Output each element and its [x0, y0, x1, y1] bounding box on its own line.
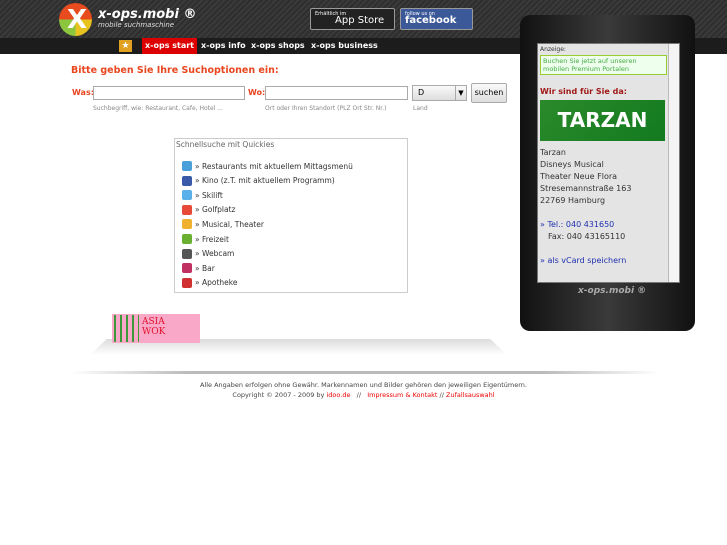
facebook-badge[interactable]: follow us on facebook [400, 8, 473, 30]
quickie-label: » Apotheke [195, 278, 238, 288]
quickies-box: Schnellsuche mit Quickies » Restaurants … [174, 138, 408, 293]
copyright-text: Copyright © 2007 - 2009 by [232, 391, 325, 399]
quickie-item[interactable]: » Restaurants mit aktuellem Mittagsmenü [182, 161, 353, 171]
phone-scrollbar[interactable] [668, 44, 679, 282]
quickie-label: » Musical, Theater [195, 219, 264, 229]
category-icon [182, 234, 192, 244]
land-select[interactable]: D ▼ [412, 85, 467, 101]
footer-copyright: Copyright © 2007 - 2009 by idoo.de // Im… [0, 391, 727, 399]
category-icon [182, 263, 192, 274]
quickie-item[interactable]: » Freizeit [182, 234, 229, 244]
search-button[interactable]: suchen [471, 83, 507, 103]
impressum-link[interactable]: Impressum & Kontakt [367, 391, 437, 399]
land-hint: Land [413, 105, 428, 112]
quickies-title: Schnellsuche mit Quickies [176, 140, 275, 149]
nav-x-ops-shops[interactable]: x-ops shops [248, 38, 308, 54]
quickie-label: » Golfplatz [195, 205, 236, 215]
asia-wok-banner[interactable]: ASIA WOK [112, 314, 200, 343]
quickie-label: » Kino (z.T. mit aktuellem Programm) [195, 176, 335, 186]
addr-line2: Disneys Musical [540, 160, 604, 169]
quickie-item[interactable]: » Musical, Theater [182, 219, 264, 230]
category-icon [182, 190, 192, 201]
quickie-item[interactable]: » Skilift [182, 190, 223, 201]
nav-x-ops-business[interactable]: x-ops business [308, 38, 381, 54]
zufall-link[interactable]: Zufallsauswahl [446, 391, 495, 399]
category-icon [182, 277, 192, 288]
quickie-item[interactable]: » Kino (z.T. mit aktuellem Programm) [182, 175, 335, 186]
banner-line1: ASIA [142, 317, 165, 327]
quickie-item[interactable]: » Golfplatz [182, 204, 236, 215]
banner-line2: WOK [142, 327, 166, 337]
category-icon [182, 219, 192, 230]
category-icon [182, 175, 192, 186]
bamboo-icon [114, 315, 139, 342]
quickie-item[interactable]: » Webcam [182, 248, 235, 259]
quickie-label: » Webcam [195, 249, 235, 259]
wo-input[interactable] [265, 86, 408, 100]
quickie-item[interactable]: » Bar [182, 263, 215, 274]
app-store-badge[interactable]: Erhältlich im App Store [310, 8, 395, 30]
addr-name: Tarzan [540, 148, 566, 157]
idoo-link[interactable]: idoo.de [326, 391, 350, 399]
quickie-label: » Freizeit [195, 234, 229, 244]
was-input[interactable] [93, 86, 245, 100]
footer-divider [70, 371, 660, 374]
quickie-label: » Skilift [195, 190, 223, 200]
fax: Fax: 040 43165110 [548, 232, 626, 241]
chevron-down-icon: ▼ [455, 86, 466, 100]
quickie-label: » Bar [195, 263, 215, 273]
search-title: Bitte geben Sie Ihre Suchoptionen ein: [71, 65, 279, 76]
tel-link[interactable]: » Tel.: 040 431650 [540, 219, 679, 231]
wo-hint: Ort oder Ihren Standort (PLZ Ort Str. Nr… [265, 105, 387, 112]
nav-x-ops-start[interactable]: x-ops start [142, 38, 198, 54]
land-value: D [418, 88, 425, 97]
addr-street: Stresemannstraße 163 [540, 184, 632, 193]
quickie-item[interactable]: » Apotheke [182, 277, 238, 288]
sep2: // [439, 391, 444, 399]
phone-brand: x-ops.mobi ® [578, 286, 647, 296]
x-ops-logo[interactable] [59, 3, 92, 36]
tarzan-logo: TARZAN [540, 100, 665, 141]
category-icon [182, 161, 192, 171]
premium-ad[interactable]: Buchen Sie jetzt auf unseren mobilen Pre… [540, 55, 667, 75]
quickie-label: » Restaurants mit aktuellem Mittagsmenü [195, 161, 353, 171]
was-hint: Suchbegriff, wie: Restaurant, Cafe, Hote… [93, 105, 223, 112]
sep1: // [356, 391, 362, 399]
was-label: Was: [72, 88, 94, 97]
addr-city: 22769 Hamburg [540, 196, 606, 205]
nav-x-ops-info[interactable]: x-ops info [198, 38, 249, 54]
brand-name: x-ops.mobi ® [98, 7, 197, 22]
brand-tagline: mobile suchmaschine [98, 21, 175, 29]
phone-heading: Wir sind für Sie da: [540, 87, 627, 96]
star-icon[interactable]: ★ [119, 40, 132, 52]
phone-screen: Anzeige: Buchen Sie jetzt auf unseren mo… [537, 43, 680, 283]
wo-label: Wo: [248, 88, 266, 97]
vcard-link[interactable]: » als vCard speichern [540, 255, 679, 267]
addr-line3: Theater Neue Flora [540, 172, 618, 181]
address: Tarzan Disneys Musical Theater Neue Flor… [540, 147, 679, 267]
category-icon [182, 204, 192, 215]
facebook-label: facebook [405, 15, 457, 26]
category-icon [182, 248, 192, 259]
footer-disclaimer: Alle Angaben erfolgen ohne Gewähr. Marke… [199, 381, 527, 389]
anzeige-label: Anzeige: [540, 46, 566, 53]
